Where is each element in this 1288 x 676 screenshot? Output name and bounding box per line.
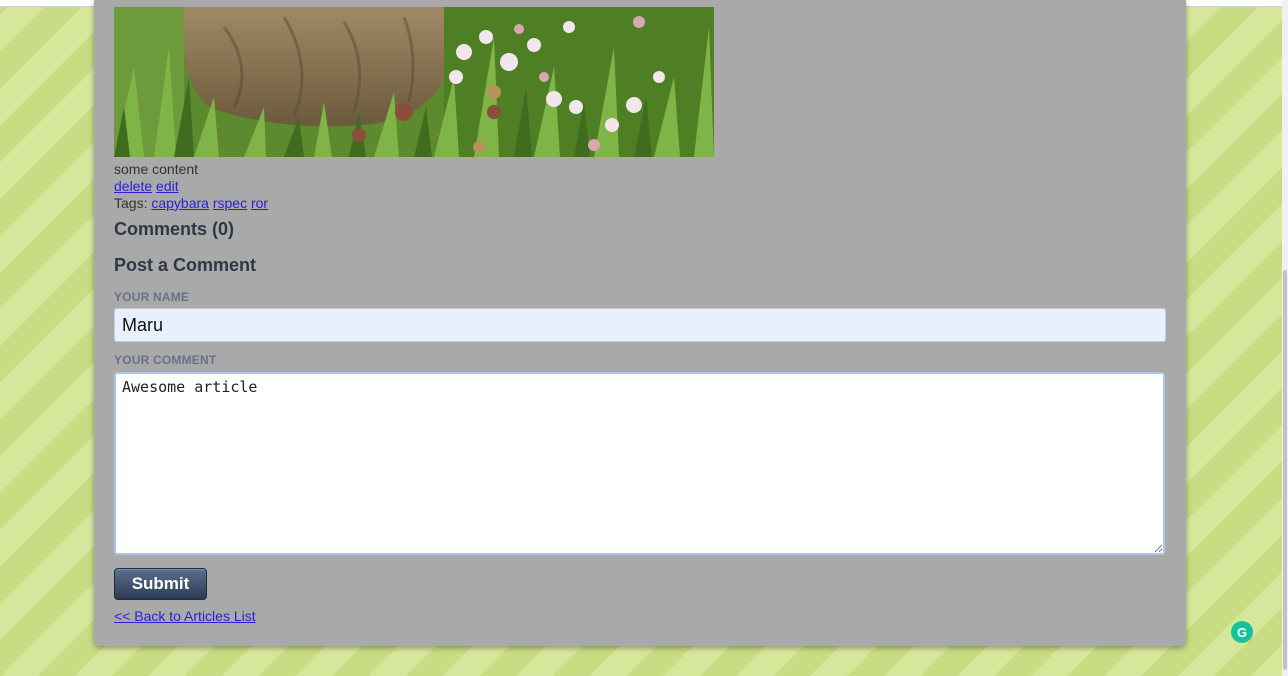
grammarly-glyph: G	[1236, 624, 1248, 640]
edit-link[interactable]: edit	[156, 178, 179, 194]
back-to-articles-link[interactable]: << Back to Articles List	[114, 608, 256, 625]
article-card: some content delete edit Tags: capybara …	[94, 0, 1186, 646]
post-comment-heading: Post a Comment	[114, 255, 257, 275]
article-image	[114, 7, 714, 157]
tag-link-rspec[interactable]: rspec	[213, 195, 247, 211]
name-input[interactable]	[114, 308, 1166, 342]
page-scrollbar[interactable]	[1282, 0, 1288, 676]
article-tags: Tags: capybara rspec ror	[114, 195, 268, 212]
tag-link-capybara[interactable]: capybara	[151, 195, 209, 211]
tag-link-ror[interactable]: ror	[251, 195, 268, 211]
delete-link[interactable]: delete	[114, 178, 152, 194]
comment-field-label: YOUR COMMENT	[114, 353, 217, 367]
scrollbar-thumb[interactable]	[1283, 270, 1287, 670]
name-field-label: YOUR NAME	[114, 290, 190, 304]
article-body: some content	[114, 161, 199, 177]
tags-label: Tags:	[114, 195, 148, 211]
submit-button[interactable]: Submit	[114, 568, 207, 600]
comments-heading: Comments (0)	[114, 219, 235, 239]
article-actions: delete edit	[114, 178, 179, 195]
grammarly-icon[interactable]: G	[1231, 621, 1253, 643]
comment-textarea[interactable]: Awesome article	[114, 372, 1165, 555]
